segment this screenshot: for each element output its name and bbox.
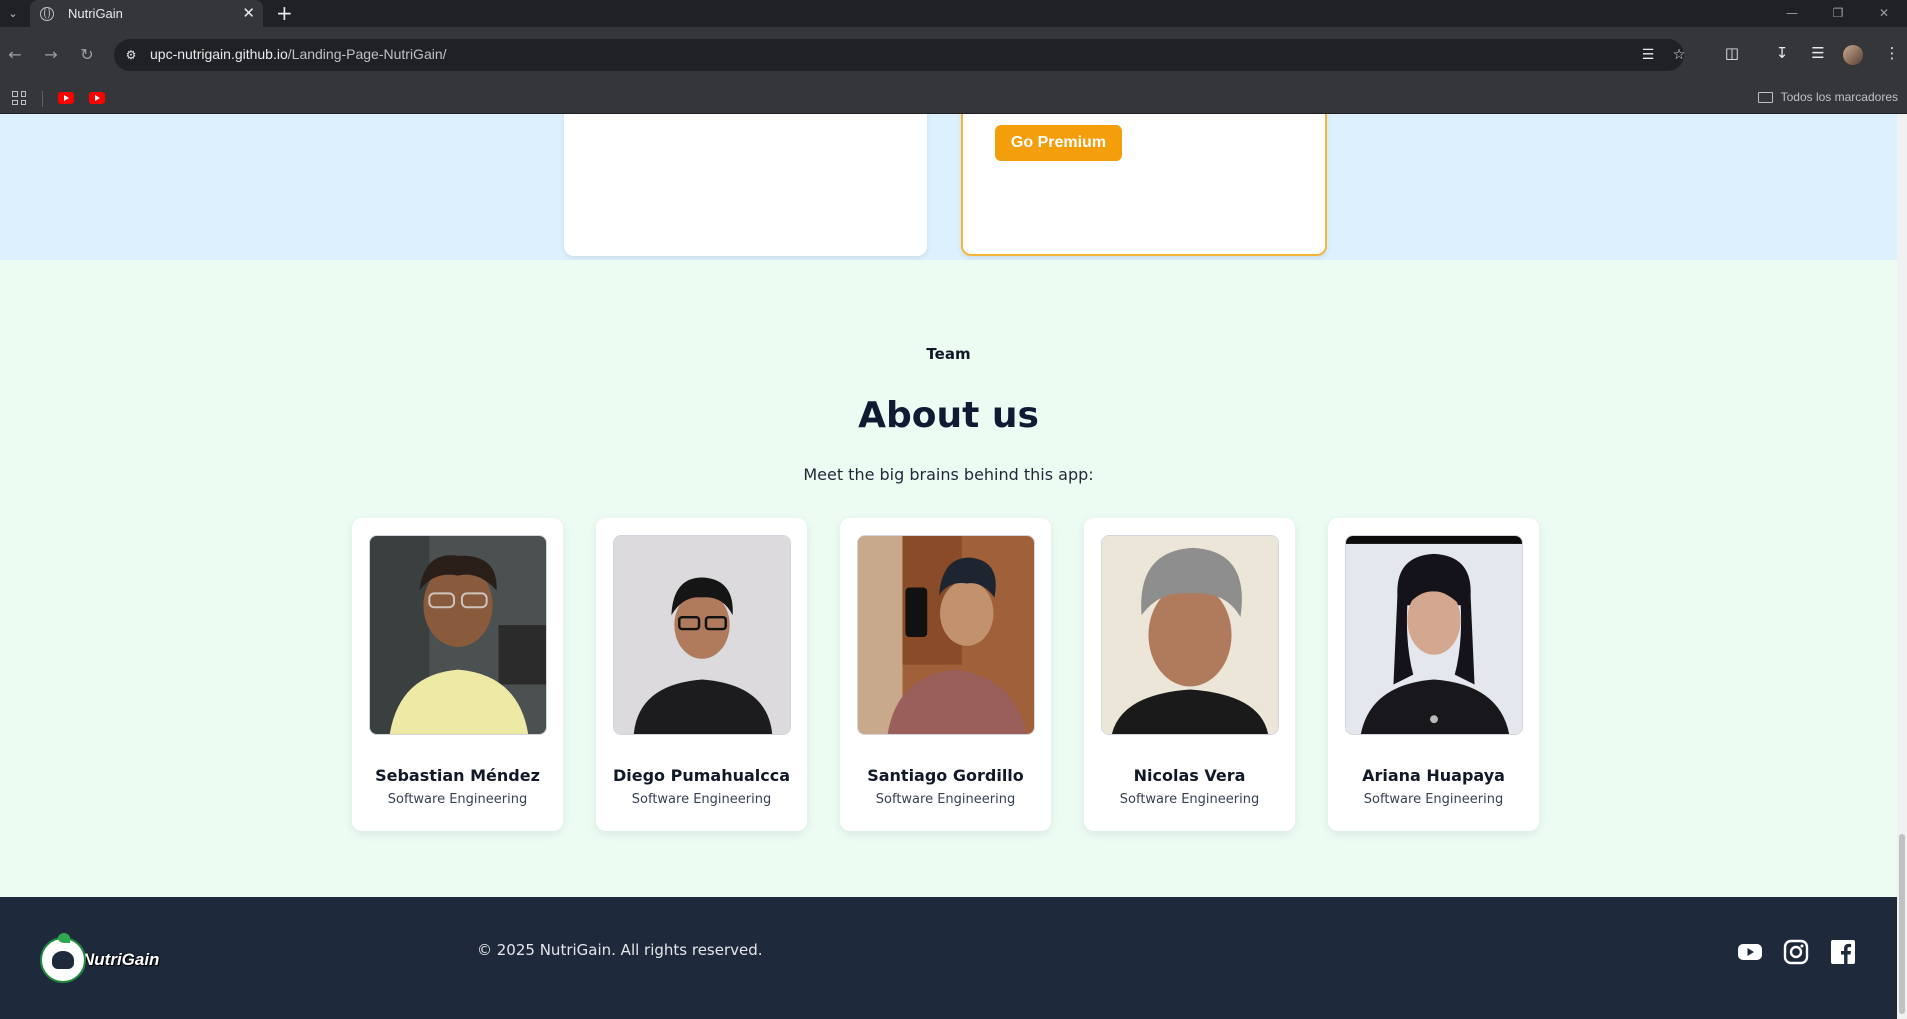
pricing-card-premium: Go Premium [961, 114, 1327, 256]
member-name: Nicolas Vera [1133, 766, 1246, 785]
url-host: upc-nutrigain.github.io [150, 46, 288, 62]
profile-avatar[interactable] [1843, 45, 1863, 65]
window-close-icon[interactable]: ✕ [1861, 0, 1907, 27]
member-role: Software Engineering [631, 792, 772, 807]
member-photo [1101, 535, 1279, 735]
member-role: Software Engineering [1119, 792, 1260, 807]
url-path: /Landing-Page-NutriGain/ [287, 46, 447, 62]
close-tab-icon[interactable]: ✕ [242, 4, 255, 22]
team-member-card: Sebastian Méndez Software Engineering [352, 518, 563, 831]
translate-icon[interactable]: ☰ [1638, 45, 1658, 65]
bookmark-star-icon[interactable]: ☆ [1669, 45, 1689, 65]
scrollbar-thumb[interactable] [1899, 834, 1905, 1014]
copyright-text: © 2025 NutriGain. All rights reserved. [477, 941, 763, 959]
page-viewport: Go Premium Team About us Meet the big br… [0, 114, 1897, 1019]
minimize-icon[interactable]: — [1769, 0, 1815, 27]
facebook-icon[interactable] [1830, 939, 1856, 965]
media-control-icon[interactable]: ☰ [1806, 41, 1830, 65]
section-eyebrow: Team [926, 345, 971, 363]
window-controls: — ❐ ✕ [1769, 0, 1907, 27]
download-icon[interactable]: ↧ [1770, 41, 1794, 65]
member-name: Santiago Gordillo [867, 766, 1024, 785]
member-photo [857, 535, 1035, 735]
instagram-icon[interactable] [1783, 939, 1809, 965]
member-photo [613, 535, 791, 735]
globe-icon [40, 6, 54, 21]
site-footer: NutriGain © 2025 NutriGain. All rights r… [0, 897, 1897, 1019]
tab-search-chevron-icon[interactable]: ⌄ [2, 2, 24, 24]
all-bookmarks-button[interactable]: Todos los marcadores [1757, 90, 1898, 104]
forward-icon[interactable]: → [38, 41, 64, 67]
pricing-section: Go Premium [0, 114, 1897, 260]
member-name: Diego Pumahualcca [612, 766, 791, 785]
restore-icon[interactable]: ❐ [1815, 0, 1861, 27]
member-role: Software Engineering [1363, 792, 1504, 807]
browser-toolbar: ← → ↻ ⚙ upc-nutrigain.github.io/Landing-… [0, 27, 1907, 83]
youtube-bookmark-icon[interactable] [89, 92, 105, 104]
apps-grid-icon[interactable] [12, 91, 26, 105]
site-info-icon[interactable]: ⚙ [122, 46, 140, 64]
bookmarks-separator [42, 91, 43, 107]
extensions-icon[interactable]: ◫ [1720, 41, 1744, 65]
back-icon[interactable]: ← [2, 41, 28, 67]
new-tab-icon[interactable]: + [276, 1, 293, 25]
member-photo [369, 535, 547, 735]
logo-text: NutriGain [82, 950, 160, 969]
browser-tab[interactable]: NutriGain ✕ [30, 0, 263, 27]
address-bar[interactable]: ⚙ upc-nutrigain.github.io/Landing-Page-N… [114, 39, 1685, 71]
team-section: Team About us Meet the big brains behind… [0, 260, 1897, 897]
member-photo [1345, 535, 1523, 735]
folder-icon [1757, 91, 1773, 103]
nutrigain-logo[interactable]: NutriGain [40, 933, 160, 983]
bookmarks-bar: Todos los marcadores [0, 83, 1907, 114]
section-title: About us [858, 395, 1039, 436]
team-member-card: Nicolas Vera Software Engineering [1084, 518, 1295, 831]
member-role: Software Engineering [875, 792, 1016, 807]
menu-kebab-icon[interactable]: ⋮ [1880, 41, 1904, 65]
url-text[interactable]: upc-nutrigain.github.io/Landing-Page-Nut… [150, 46, 447, 62]
pricing-card-free [564, 114, 927, 256]
member-name: Sebastian Méndez [375, 766, 540, 785]
youtube-bookmark-icon[interactable] [58, 92, 74, 104]
reload-icon[interactable]: ↻ [74, 41, 100, 67]
team-member-card: Santiago Gordillo Software Engineering [840, 518, 1051, 831]
page-scrollbar[interactable] [1897, 114, 1907, 1019]
team-member-card: Diego Pumahualcca Software Engineering [596, 518, 807, 831]
section-subtitle: Meet the big brains behind this app: [803, 465, 1094, 484]
member-role: Software Engineering [387, 792, 528, 807]
go-premium-button[interactable]: Go Premium [995, 125, 1122, 161]
team-member-card: Ariana Huapaya Software Engineering [1328, 518, 1539, 831]
youtube-icon[interactable] [1737, 939, 1763, 965]
logo-mascot-icon [40, 933, 86, 983]
all-bookmarks-label: Todos los marcadores [1780, 90, 1898, 104]
member-name: Ariana Huapaya [1362, 766, 1505, 785]
tab-title: NutriGain [68, 6, 123, 21]
tab-strip: ⌄ NutriGain ✕ + — ❐ ✕ [0, 0, 1907, 27]
